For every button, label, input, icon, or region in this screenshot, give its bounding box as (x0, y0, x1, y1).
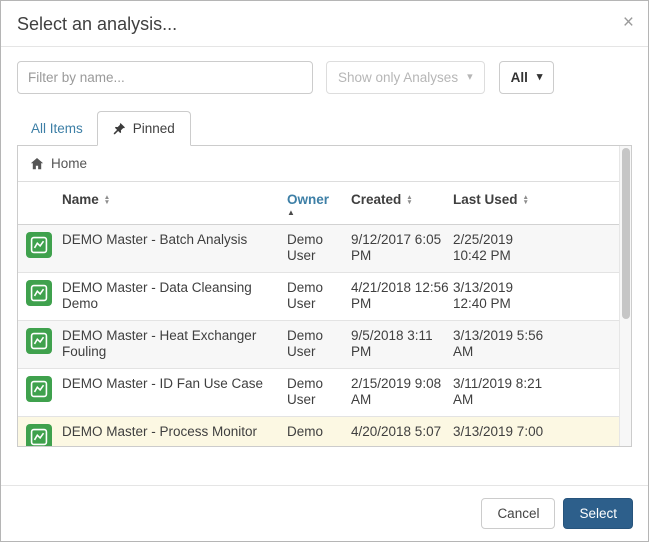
tab-all-items[interactable]: All Items (17, 112, 97, 145)
analysis-row[interactable]: DEMO Master - ID Fan Use Case Demo User … (18, 369, 619, 417)
row-owner: Demo User (287, 280, 351, 313)
row-owner: Demo User (287, 376, 351, 409)
tab-pinned[interactable]: Pinned (97, 111, 191, 146)
row-created: 4/20/2018 5:07 (351, 424, 453, 440)
analysis-icon (26, 424, 52, 446)
cancel-button[interactable]: Cancel (481, 498, 555, 530)
scope-filter-label: All (511, 70, 528, 85)
analysis-icon (26, 280, 52, 306)
home-icon (30, 157, 44, 171)
owner-header-label: Owner (287, 192, 329, 207)
close-icon: × (623, 12, 634, 33)
analysis-row[interactable]: DEMO Master - Data Cleansing Demo Demo U… (18, 273, 619, 321)
select-analysis-modal: Select an analysis... × Show only Analys… (0, 0, 649, 542)
row-created: 4/21/2018 12:56 PM (351, 280, 453, 313)
row-owner: Demo User (287, 328, 351, 361)
sort-ascending-icon: ▲ (287, 209, 295, 217)
pin-icon (113, 122, 126, 135)
row-created: 9/12/2017 6:05 PM (351, 232, 453, 265)
sort-icon: ▲▼ (104, 195, 110, 205)
items-panel-content: Home Name ▲▼ Owner ▲ (18, 146, 619, 446)
sort-by-owner-header[interactable]: Owner ▲ (287, 192, 329, 217)
table-header: Name ▲▼ Owner ▲ Created ▲▼ (18, 182, 619, 225)
type-filter-dropdown[interactable]: Show only Analyses ▾ (326, 61, 485, 94)
filter-by-name-input[interactable] (17, 61, 313, 94)
row-last-used: 3/13/2019 12:40 PM (453, 280, 551, 313)
items-panel: Home Name ▲▼ Owner ▲ (17, 145, 632, 447)
filter-row: Show only Analyses ▾ All ▾ (17, 61, 632, 94)
analysis-row[interactable]: DEMO Master - Process Monitor Demo 4/20/… (18, 417, 619, 446)
row-name: DEMO Master - Data Cleansing Demo (62, 280, 287, 313)
scrollbar[interactable] (619, 146, 631, 446)
modal-title: Select an analysis... (17, 14, 177, 34)
row-name: DEMO Master - Batch Analysis (62, 232, 287, 248)
row-name: DEMO Master - Heat Exchanger Fouling (62, 328, 287, 361)
sort-icon: ▲▼ (406, 195, 412, 205)
breadcrumb-home[interactable]: Home (18, 146, 619, 182)
analysis-row[interactable]: DEMO Master - Batch Analysis Demo User 9… (18, 225, 619, 273)
analysis-icon (26, 232, 52, 258)
row-owner: Demo User (287, 232, 351, 265)
last-used-header-label: Last Used (453, 192, 518, 207)
name-header-label: Name (62, 192, 99, 207)
select-button[interactable]: Select (563, 498, 633, 530)
row-last-used: 3/11/2019 8:21 AM (453, 376, 551, 409)
row-last-used: 2/25/2019 10:42 PM (453, 232, 551, 265)
sort-by-name-header[interactable]: Name ▲▼ (62, 192, 110, 207)
row-created: 2/15/2019 9:08 AM (351, 376, 453, 409)
row-created: 9/5/2018 3:11 PM (351, 328, 453, 361)
created-header-label: Created (351, 192, 401, 207)
modal-body: Show only Analyses ▾ All ▾ All Items Pin… (1, 47, 648, 485)
scrollbar-thumb[interactable] (622, 148, 630, 319)
analysis-icon (26, 328, 52, 354)
sort-by-created-header[interactable]: Created ▲▼ (351, 192, 413, 207)
modal-header: Select an analysis... × (1, 1, 648, 47)
row-name: DEMO Master - Process Monitor (62, 424, 287, 440)
row-last-used: 3/13/2019 5:56 AM (453, 328, 551, 361)
row-name: DEMO Master - ID Fan Use Case (62, 376, 287, 392)
modal-footer: Cancel Select (1, 485, 648, 542)
type-filter-label: Show only Analyses (338, 70, 458, 85)
analysis-row[interactable]: DEMO Master - Heat Exchanger Fouling Dem… (18, 321, 619, 369)
sort-icon: ▲▼ (523, 195, 529, 205)
row-owner: Demo (287, 424, 351, 440)
row-last-used: 3/13/2019 7:00 (453, 424, 551, 440)
tab-pinned-label: Pinned (133, 121, 175, 136)
caret-down-icon: ▾ (537, 72, 543, 83)
breadcrumb-home-label: Home (51, 156, 87, 171)
tabs: All Items Pinned (17, 111, 632, 145)
caret-down-icon: ▾ (467, 72, 473, 83)
scope-filter-dropdown[interactable]: All ▾ (499, 61, 555, 94)
close-button[interactable]: × (619, 9, 638, 36)
analysis-icon (26, 376, 52, 402)
sort-by-last-used-header[interactable]: Last Used ▲▼ (453, 192, 529, 207)
